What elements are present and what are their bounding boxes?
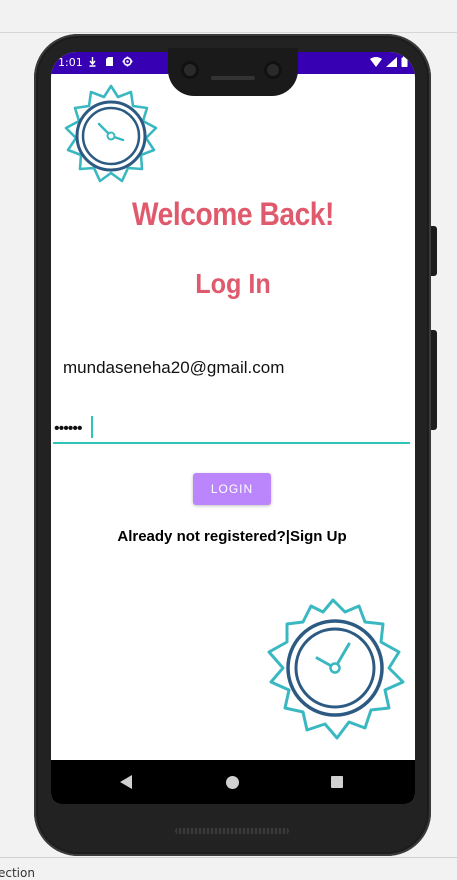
wifi-icon	[370, 56, 382, 70]
signup-prompt: Already not registered?|	[117, 528, 290, 545]
email-field[interactable]: mundaseneha20@gmail.com	[63, 358, 284, 378]
editor-divider-bottom	[0, 857, 457, 858]
navigation-bar	[51, 760, 415, 804]
login-heading: Log In	[195, 268, 271, 299]
phone-notch	[168, 48, 298, 96]
front-camera-icon	[181, 61, 199, 79]
status-icons-left	[88, 56, 133, 70]
front-sensor-icon	[264, 61, 282, 79]
editor-bottom-label: ection	[0, 866, 35, 880]
login-button[interactable]: LOGIN	[193, 473, 271, 505]
signup-row: Already not registered?|Sign Up	[51, 528, 413, 545]
password-value: ••••••	[54, 420, 83, 437]
home-icon[interactable]	[226, 776, 239, 789]
phone-side-button-power	[431, 226, 437, 276]
recents-icon[interactable]	[331, 776, 343, 788]
app-screen: 1:01 Welcome Back! Log In mundaseneha20@…	[51, 52, 415, 804]
clock-gear-illustration-bottom	[259, 592, 407, 753]
editor-divider-top	[0, 32, 457, 33]
download-arrow-icon	[88, 56, 97, 70]
back-icon[interactable]	[119, 774, 133, 795]
clock-gear-illustration-top	[55, 80, 167, 197]
welcome-title: Welcome Back!	[132, 196, 334, 232]
text-cursor	[91, 416, 93, 438]
signal-icon	[386, 56, 397, 70]
phone-side-button-volume	[431, 330, 437, 430]
status-time: 1:01	[58, 56, 83, 69]
password-field[interactable]: ••••••	[53, 416, 410, 444]
signup-link[interactable]: Sign Up	[290, 528, 347, 545]
earpiece-speaker	[211, 76, 255, 80]
battery-icon	[401, 56, 408, 70]
sd-card-icon	[105, 56, 114, 70]
status-icons-right	[370, 56, 408, 70]
phone-bottom-speaker	[175, 828, 289, 834]
settings-gear-icon	[122, 56, 133, 70]
